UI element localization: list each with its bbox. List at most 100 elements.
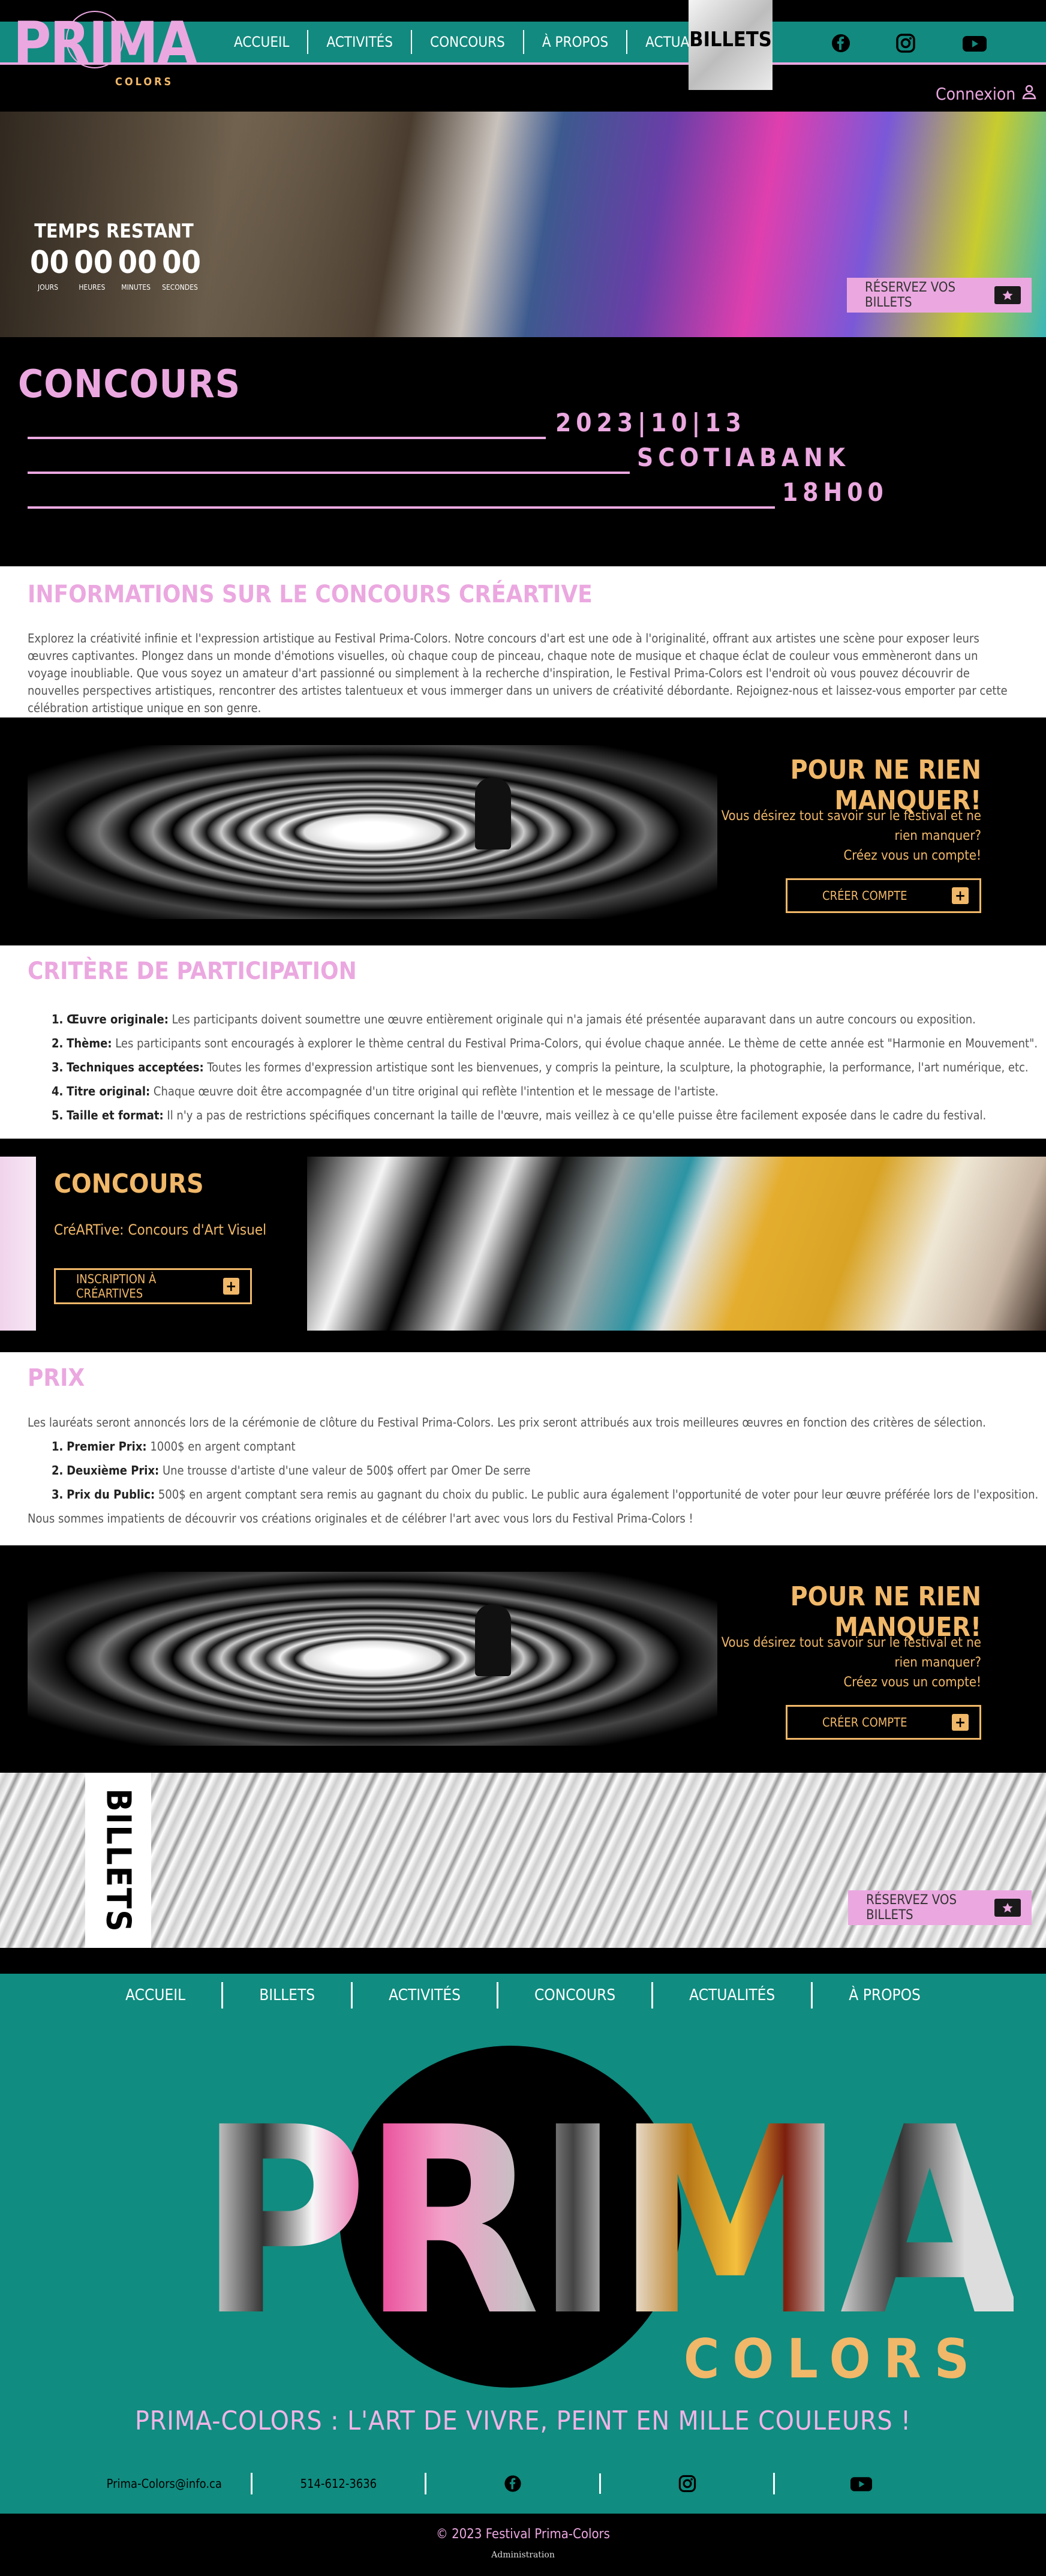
prix-outro: Nous sommes impatients de découvrir vos … xyxy=(28,1511,693,1526)
concours-title: CONCOURS xyxy=(18,362,241,407)
plus-icon: + xyxy=(223,1278,239,1295)
reserve-tickets-label: RÉSERVEZ VOS BILLETS xyxy=(865,280,956,310)
tunnel-image xyxy=(28,745,717,919)
criteria-title: CRITÈRE DE PARTICIPATION xyxy=(28,957,357,985)
venue-rule xyxy=(28,472,630,474)
concours-banner: CONCOURS CréARTive: Concours d'Art Visue… xyxy=(0,1139,1046,1352)
admin-link[interactable]: Administration xyxy=(0,2550,1046,2560)
prix-item: 2. Deuxième Prix: Une trousse d'artiste … xyxy=(52,1463,531,1478)
signup-text-2: Créez vous un compte! xyxy=(843,848,981,863)
prix-intro: Les lauréats seront annoncés lors de la … xyxy=(28,1415,986,1430)
criteria-item: 5. Taille et format: Il n'y a pas de res… xyxy=(52,1108,987,1122)
ticket-icon xyxy=(994,1899,1021,1917)
time-rule xyxy=(28,506,775,509)
prix-section: PRIX Les lauréats seront annoncés lors d… xyxy=(0,1352,1046,1545)
concours-header: CONCOURS 2023|10|13 SCOTIABANK 18H00 xyxy=(0,337,1046,566)
copyright: © 2023 Festival Prima-Colors xyxy=(436,2527,610,2542)
create-account-label: CRÉER COMPTE xyxy=(822,888,907,903)
inscription-button[interactable]: INSCRIPTION À CRÉARTIVES + xyxy=(54,1268,252,1304)
footer-slogan: PRIMA-COLORS : L'ART DE VIVRE, PEINT EN … xyxy=(134,2406,912,2436)
site-header: PRIMA COLORS ACCUEIL ACTIVITÉS CONCOURS … xyxy=(0,0,1046,112)
reserve-tickets-button[interactable]: RÉSERVEZ VOS BILLETS xyxy=(848,1890,1032,1925)
footer-nav-actualites[interactable]: ACTUALITÉS xyxy=(653,1982,813,2008)
art-collage-image xyxy=(307,1157,1046,1331)
signup-text-1: Vous désirez tout savoir sur le festival… xyxy=(721,1635,981,1670)
signup-text-2: Créez vous un compte! xyxy=(843,1675,981,1690)
timer-days: 00 JOURS xyxy=(30,245,70,292)
timer-minutes: 00 MINUTES xyxy=(118,245,157,292)
hero-banner: TEMPS RESTANT 00 JOURS 00 HEURES 00 MINUTES… xyxy=(0,112,1046,337)
instagram-icon[interactable] xyxy=(894,31,918,55)
nav-activites[interactable]: ACTIVITÉS xyxy=(308,30,412,54)
info-title: INFORMATIONS SUR LE CONCOURS CRÉARTIVE xyxy=(28,581,593,608)
prix-title: PRIX xyxy=(28,1364,85,1392)
pink-strip xyxy=(0,1157,36,1331)
create-account-label: CRÉER COMPTE xyxy=(822,1715,907,1730)
criteria-item: 3. Techniques acceptées: Toutes les form… xyxy=(52,1060,1029,1074)
criteria-item: 1. Œuvre originale: Les participants doi… xyxy=(52,1012,976,1026)
inscription-label: INSCRIPTION À CRÉARTIVES xyxy=(76,1272,157,1301)
timer-seconds: 00 SECONDES xyxy=(161,245,202,292)
create-account-button[interactable]: CRÉER COMPTE + xyxy=(786,878,981,913)
footer-nav-accueil[interactable]: ACCUEIL xyxy=(89,1982,224,2008)
ticket-icon xyxy=(994,286,1021,304)
info-text: Explorez la créativité infinie et l'expr… xyxy=(28,631,1008,715)
plus-icon: + xyxy=(952,1714,969,1731)
criteria-item: 2. Thème: Les participants sont encourag… xyxy=(52,1036,1038,1050)
reserve-tickets-label: RÉSERVEZ VOS BILLETS xyxy=(866,1893,957,1923)
connexion-link[interactable]: Connexion xyxy=(936,84,1037,104)
main-nav: ACCUEIL ACTIVITÉS CONCOURS À PROPOS ACTU… xyxy=(216,22,743,62)
billets-vertical-label: BILLETS xyxy=(85,1773,151,1948)
date-rule xyxy=(28,437,546,439)
reserve-tickets-button[interactable]: RÉSERVEZ VOS BILLETS xyxy=(847,278,1032,313)
concours-date: 2023|10|13 xyxy=(555,408,746,437)
site-logo[interactable]: PRIMA COLORS xyxy=(13,11,197,89)
prix-item: 3. Prix du Public: 500$ en argent compta… xyxy=(52,1487,1039,1502)
footer-logo: PRIMA COLORS xyxy=(198,2046,1020,2391)
criteria-section: CRITÈRE DE PARTICIPATION 1. Œuvre origin… xyxy=(0,945,1046,1139)
prix-item: 1. Premier Prix: 1000$ en argent comptan… xyxy=(52,1439,296,1454)
criteria-item: 4. Titre original: Chaque œuvre doit êtr… xyxy=(52,1084,719,1098)
billets-tab[interactable]: BILLETS xyxy=(689,0,773,90)
footer-email[interactable]: Prima-Colors@info.ca xyxy=(78,2473,253,2494)
billets-band: BILLETS RÉSERVEZ VOS BILLETS xyxy=(0,1773,1046,1971)
footer-nav-concours[interactable]: CONCOURS xyxy=(498,1982,654,2008)
concours-banner-subtitle: CréARTive: Concours d'Art Visuel xyxy=(54,1221,267,1238)
footer-bottom: © 2023 Festival Prima-Colors Administrat… xyxy=(0,2514,1046,2576)
signup-banner: POUR NE RIEN MANQUER! Vous désirez tout … xyxy=(0,1545,1046,1773)
signup-banner: POUR NE RIEN MANQUER! Vous désirez tout … xyxy=(0,717,1046,945)
logo-word: PRIMA xyxy=(13,10,197,77)
footer-contact: Prima-Colors@info.ca 514-612-3636 xyxy=(78,2473,948,2494)
youtube-icon[interactable] xyxy=(775,2473,948,2494)
facebook-icon[interactable] xyxy=(426,2473,601,2494)
signup-text-1: Vous désirez tout savoir sur le festival… xyxy=(721,809,981,843)
concours-banner-title: CONCOURS xyxy=(54,1169,204,1199)
youtube-icon[interactable] xyxy=(961,31,988,55)
footer-logo-sub: COLORS xyxy=(684,2328,983,2391)
logo-sub: COLORS xyxy=(115,76,174,88)
footer-nav-a-propos[interactable]: À PROPOS xyxy=(813,1982,957,2008)
nav-accueil[interactable]: ACCUEIL xyxy=(216,30,309,54)
concours-venue: SCOTIABANK xyxy=(637,443,850,472)
footer-nav-activites[interactable]: ACTIVITÉS xyxy=(353,1982,498,2008)
info-section: INFORMATIONS SUR LE CONCOURS CRÉARTIVE E… xyxy=(0,566,1046,717)
concours-time: 18H00 xyxy=(782,478,888,507)
tunnel-figure xyxy=(475,777,511,849)
instagram-icon[interactable] xyxy=(601,2473,776,2494)
timer-label: TEMPS RESTANT xyxy=(34,220,194,242)
user-icon xyxy=(1021,84,1037,104)
facebook-icon[interactable] xyxy=(829,31,853,55)
footer-nav: ACCUEIL BILLETS ACTIVITÉS CONCOURS ACTUA… xyxy=(0,1982,1046,2008)
create-account-button[interactable]: CRÉER COMPTE + xyxy=(786,1705,981,1740)
timer-hours: 00 HEURES xyxy=(74,245,113,292)
countdown-timer: TEMPS RESTANT 00 JOURS 00 HEURES 00 MINUTES… xyxy=(30,220,202,292)
connexion-label: Connexion xyxy=(936,84,1016,104)
tunnel-figure xyxy=(475,1604,511,1676)
site-footer: ACCUEIL BILLETS ACTIVITÉS CONCOURS ACTUA… xyxy=(0,1974,1046,2514)
plus-icon: + xyxy=(952,887,969,904)
nav-concours[interactable]: CONCOURS xyxy=(412,30,524,54)
nav-a-propos[interactable]: À PROPOS xyxy=(524,30,628,54)
tunnel-image xyxy=(28,1572,717,1746)
footer-phone: 514-612-3636 xyxy=(253,2473,427,2494)
footer-nav-billets[interactable]: BILLETS xyxy=(223,1982,353,2008)
